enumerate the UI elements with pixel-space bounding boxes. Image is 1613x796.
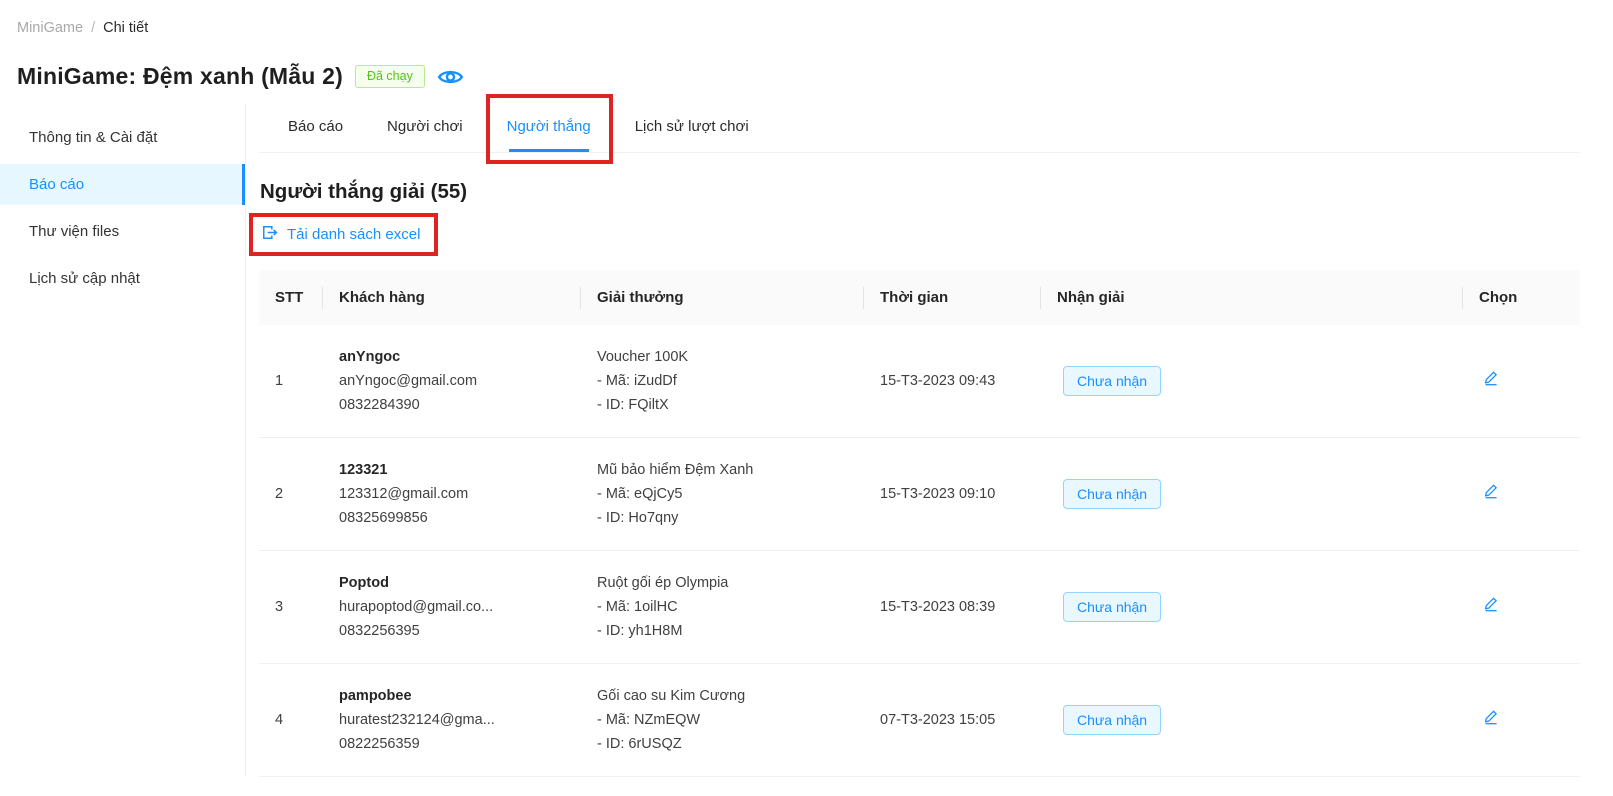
row-index: 3 (259, 551, 323, 664)
sidebar-item-label: Lịch sử cập nhật (29, 270, 140, 287)
customer-cell: pampobee huratest232124@gma... 082225635… (323, 664, 581, 777)
column-header-nhan-giai: Nhận giải (1041, 270, 1463, 325)
prize-id: - ID: yh1H8M (597, 619, 848, 643)
time-cell: 15-T3-2023 09:10 (864, 438, 1041, 551)
download-excel-link[interactable]: Tải danh sách excel (261, 224, 420, 245)
tab-nguoi-choi[interactable]: Người chơi (387, 103, 463, 152)
table-row: 2 123321 123312@gmail.com 08325699856 Mũ… (259, 438, 1580, 551)
prize-name: Gối cao su Kim Cương (597, 684, 848, 708)
customer-name: 123321 (339, 458, 565, 482)
table-row: 4 pampobee huratest232124@gma... 0822256… (259, 664, 1580, 777)
table-row: 1 anYngoc anYngoc@gmail.com 0832284390 V… (259, 325, 1580, 438)
table-row: 3 Poptod hurapoptod@gmail.co... 08322563… (259, 551, 1580, 664)
pencil-icon[interactable] (1479, 595, 1499, 612)
sidebar-item-thu-vien-files[interactable]: Thư viện files (0, 211, 245, 252)
column-header-thoi-gian: Thời gian (864, 270, 1041, 325)
breadcrumb-parent[interactable]: MiniGame (17, 20, 83, 36)
sidebar-item-label: Thư viện files (29, 223, 119, 240)
customer-email: hurapoptod@gmail.co... (339, 595, 565, 619)
customer-cell: 123321 123312@gmail.com 08325699856 (323, 438, 581, 551)
prize-cell: Voucher 100K - Mã: iZudDf - ID: FQiltX (581, 325, 864, 438)
prize-name: Mũ bảo hiểm Đệm Xanh (597, 458, 848, 482)
tab-bar: Báo cáo Người chơi Người thắng Lịch sử l… (259, 103, 1580, 153)
breadcrumb-current: Chi tiết (103, 20, 148, 36)
pencil-icon[interactable] (1479, 482, 1499, 499)
export-icon (261, 224, 278, 245)
sidebar: Thông tin & Cài đặt Báo cáo Thư viện fil… (0, 103, 246, 777)
claim-cell: Chưa nhận (1041, 325, 1463, 438)
prize-cell: Gối cao su Kim Cương - Mã: NZmEQW - ID: … (581, 664, 864, 777)
action-cell (1463, 325, 1580, 438)
pencil-icon[interactable] (1479, 369, 1499, 386)
column-header-chon: Chọn (1463, 270, 1580, 325)
time-cell: 07-T3-2023 15:05 (864, 664, 1041, 777)
prize-cell: Ruột gối ép Olympia - Mã: 1oilHC - ID: y… (581, 551, 864, 664)
row-index: 4 (259, 664, 323, 777)
customer-phone: 0822256359 (339, 732, 565, 756)
column-header-giai-thuong: Giải thưởng (581, 270, 864, 325)
table-header-row: STT Khách hàng Giải thưởng Thời gian Nhậ… (259, 270, 1580, 325)
time-cell: 15-T3-2023 08:39 (864, 551, 1041, 664)
prize-id: - ID: Ho7qny (597, 506, 848, 530)
page-header: MiniGame: Đệm xanh (Mẫu 2) Đã chạy (17, 63, 1613, 90)
prize-id: - ID: FQiltX (597, 393, 848, 417)
eye-icon[interactable] (437, 66, 464, 88)
download-excel-label: Tải danh sách excel (287, 226, 420, 243)
prize-code: - Mã: NZmEQW (597, 708, 848, 732)
breadcrumb: MiniGame / Chi tiết (0, 0, 1613, 36)
pencil-icon[interactable] (1479, 708, 1499, 725)
content-area: Báo cáo Người chơi Người thắng Lịch sử l… (246, 103, 1613, 777)
customer-phone: 0832256395 (339, 619, 565, 643)
prize-code: - Mã: eQjCy5 (597, 482, 848, 506)
prize-id: - ID: 6rUSQZ (597, 732, 848, 756)
action-cell (1463, 664, 1580, 777)
column-header-stt: STT (259, 270, 323, 325)
row-index: 1 (259, 325, 323, 438)
claim-status-tag: Chưa nhận (1063, 705, 1161, 735)
action-cell (1463, 438, 1580, 551)
prize-name: Voucher 100K (597, 345, 848, 369)
customer-name: anYngoc (339, 345, 565, 369)
breadcrumb-separator: / (91, 20, 95, 36)
main-layout: Thông tin & Cài đặt Báo cáo Thư viện fil… (0, 103, 1613, 777)
customer-cell: Poptod hurapoptod@gmail.co... 0832256395 (323, 551, 581, 664)
sidebar-item-lich-su-cap-nhat[interactable]: Lịch sử cập nhật (0, 258, 245, 299)
prize-code: - Mã: 1oilHC (597, 595, 848, 619)
claim-cell: Chưa nhận (1041, 551, 1463, 664)
sidebar-item-bao-cao[interactable]: Báo cáo (0, 164, 245, 205)
claim-cell: Chưa nhận (1041, 664, 1463, 777)
status-badge: Đã chạy (355, 65, 425, 88)
annotation-box: Tải danh sách excel (249, 213, 438, 256)
customer-phone: 0832284390 (339, 393, 565, 417)
sidebar-item-thong-tin-cai-dat[interactable]: Thông tin & Cài đặt (0, 117, 245, 158)
customer-cell: anYngoc anYngoc@gmail.com 0832284390 (323, 325, 581, 438)
claim-status-tag: Chưa nhận (1063, 479, 1161, 509)
tab-label: Người thắng (507, 118, 591, 135)
claim-cell: Chưa nhận (1041, 438, 1463, 551)
row-index: 2 (259, 438, 323, 551)
prize-name: Ruột gối ép Olympia (597, 571, 848, 595)
time-cell: 15-T3-2023 09:43 (864, 325, 1041, 438)
customer-email: 123312@gmail.com (339, 482, 565, 506)
sidebar-item-label: Thông tin & Cài đặt (29, 129, 157, 146)
claim-status-tag: Chưa nhận (1063, 366, 1161, 396)
prize-code: - Mã: iZudDf (597, 369, 848, 393)
prize-cell: Mũ bảo hiểm Đệm Xanh - Mã: eQjCy5 - ID: … (581, 438, 864, 551)
tab-bao-cao[interactable]: Báo cáo (288, 103, 343, 152)
tab-nguoi-thang[interactable]: Người thắng (507, 103, 591, 152)
customer-name: pampobee (339, 684, 565, 708)
sidebar-item-label: Báo cáo (29, 176, 84, 193)
customer-email: anYngoc@gmail.com (339, 369, 565, 393)
customer-email: huratest232124@gma... (339, 708, 565, 732)
section-heading: Người thắng giải (55) (260, 180, 1580, 204)
customer-name: Poptod (339, 571, 565, 595)
winners-table: STT Khách hàng Giải thưởng Thời gian Nhậ… (259, 270, 1580, 777)
tab-lich-su-luot-choi[interactable]: Lịch sử lượt chơi (635, 103, 749, 152)
claim-status-tag: Chưa nhận (1063, 592, 1161, 622)
page-title: MiniGame: Đệm xanh (Mẫu 2) (17, 63, 343, 90)
customer-phone: 08325699856 (339, 506, 565, 530)
column-header-khach-hang: Khách hàng (323, 270, 581, 325)
action-cell (1463, 551, 1580, 664)
